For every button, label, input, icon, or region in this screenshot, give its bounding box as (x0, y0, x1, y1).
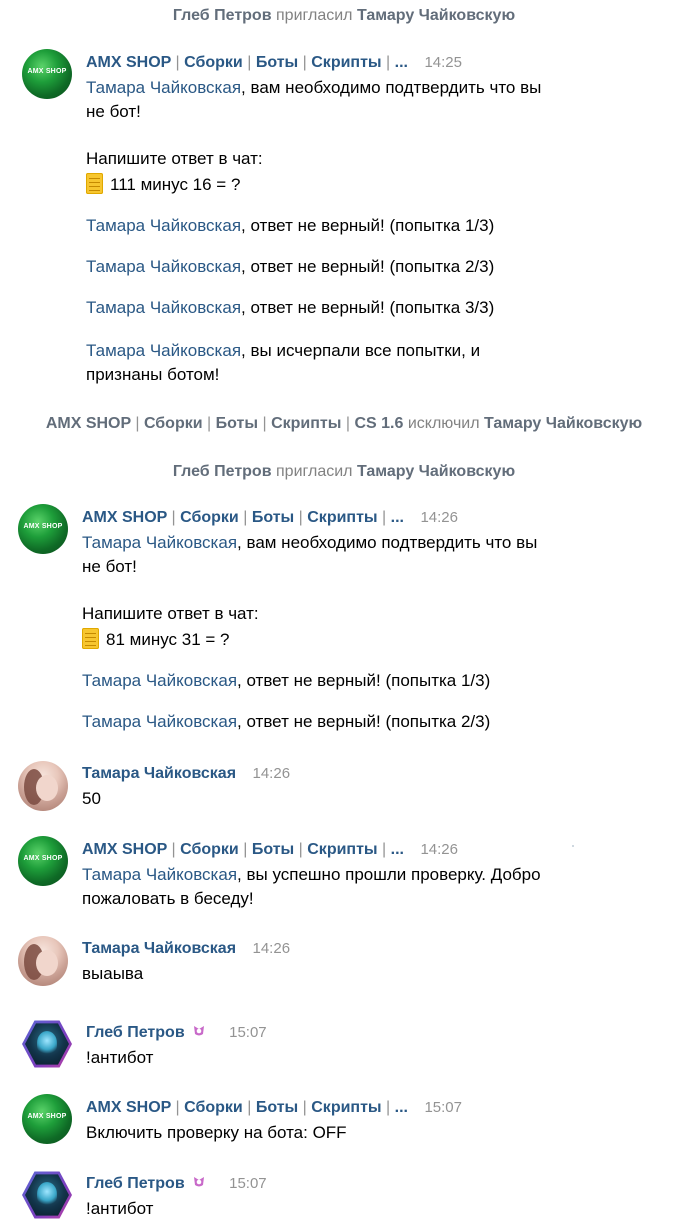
message-header: Тамара Чайковская 14:26 (82, 940, 290, 958)
message-time[interactable]: 14:25 (424, 54, 462, 71)
message-line: Тамара Чайковская, ответ не верный! (поп… (82, 671, 491, 690)
message-line: Тамара Чайковская, ответ не верный! (поп… (86, 216, 495, 235)
message-line: Тамара Чайковская, вам необходимо подтве… (86, 78, 542, 97)
sender-name[interactable]: AMX SHOP | Сборки | Боты | Скрипты | ... (82, 841, 404, 858)
message-text: 50 (82, 789, 101, 808)
system-verb: исключил (407, 415, 480, 432)
avatar[interactable]: AMX SHOP (22, 49, 72, 99)
message-line: Тамара Чайковская, ответ не верный! (поп… (86, 257, 495, 276)
message-time[interactable]: 14:26 (420, 509, 458, 526)
message-text: !антибот (86, 1048, 154, 1067)
message-time[interactable]: 14:26 (253, 765, 291, 782)
decorative-dot (572, 845, 574, 847)
notepad-icon (82, 628, 99, 649)
avatar[interactable] (18, 936, 68, 986)
message-line: 81 минус 31 = ? (82, 628, 229, 650)
avatar[interactable]: AMX SHOP (18, 504, 68, 554)
mention-link[interactable]: Тамара Чайковская (86, 298, 241, 317)
sender-name[interactable]: Тамара Чайковская (82, 765, 236, 782)
message-line: не бот! (86, 102, 141, 121)
mention-link[interactable]: Тамара Чайковская (86, 341, 241, 360)
message-time[interactable]: 15:07 (229, 1175, 267, 1192)
sender-name[interactable]: AMX SHOP | Сборки | Боты | Скрипты | ... (82, 509, 404, 526)
message-line: Тамара Чайковская, ответ не верный! (поп… (82, 712, 491, 731)
message-line: пожаловать в беседу! (82, 889, 254, 908)
message-line: Напишите ответ в чат: (82, 604, 259, 623)
mention-link[interactable]: Тамара Чайковская (82, 865, 237, 884)
message-line: Тамара Чайковская, вы успешно прошли про… (82, 865, 541, 884)
mention-link[interactable]: Тамара Чайковская (86, 216, 241, 235)
system-message: AMX SHOP | Сборки | Боты | Скрипты | CS … (0, 415, 688, 433)
sender-name[interactable]: Глеб Петров (86, 1175, 185, 1192)
system-target[interactable]: Тамару Чайковскую (357, 7, 515, 24)
message-header: AMX SHOP | Сборки | Боты | Скрипты | ...… (82, 841, 458, 859)
admin-badge-icon (193, 1177, 204, 1187)
avatar[interactable] (18, 761, 68, 811)
message-line: признаны ботом! (86, 365, 220, 384)
avatar-label: AMX SHOP (23, 855, 63, 862)
system-verb: пригласил (276, 463, 353, 480)
notepad-icon (86, 173, 103, 194)
message-header: Тамара Чайковская 14:26 (82, 765, 290, 783)
avatar[interactable] (22, 1170, 72, 1220)
avatar-label: AMX SHOP (27, 1113, 67, 1120)
avatar-label: AMX SHOP (27, 68, 67, 75)
message-header: AMX SHOP | Сборки | Боты | Скрипты | ...… (86, 54, 462, 72)
message-line: Тамара Чайковская, ответ не верный! (поп… (86, 298, 495, 317)
message-text: выаыва (82, 964, 144, 983)
avatar[interactable]: AMX SHOP (22, 1094, 72, 1144)
system-actor[interactable]: Глеб Петров (173, 7, 272, 24)
message-text: Включить проверку на бота: OFF (86, 1123, 347, 1142)
message-time[interactable]: 15:07 (229, 1024, 267, 1041)
message-time[interactable]: 15:07 (424, 1099, 462, 1116)
system-message: Глеб Петров пригласил Тамару Чайковскую (0, 7, 688, 25)
mention-link[interactable]: Тамара Чайковская (86, 257, 241, 276)
admin-badge-icon (193, 1026, 204, 1036)
message-line: 111 минус 16 = ? (86, 173, 240, 195)
sender-name[interactable]: AMX SHOP | Сборки | Боты | Скрипты | ... (86, 54, 408, 71)
avatar[interactable]: AMX SHOP (18, 836, 68, 886)
system-actor[interactable]: AMX SHOP | Сборки | Боты | Скрипты | CS … (46, 415, 404, 432)
system-actor[interactable]: Глеб Петров (173, 463, 272, 480)
mention-link[interactable]: Тамара Чайковская (82, 533, 237, 552)
avatar[interactable] (22, 1019, 72, 1069)
message-time[interactable]: 14:26 (420, 841, 458, 858)
message-header: AMX SHOP | Сборки | Боты | Скрипты | ...… (82, 509, 458, 527)
mention-link[interactable]: Тамара Чайковская (82, 712, 237, 731)
message-line: не бот! (82, 557, 137, 576)
sender-name[interactable]: Тамара Чайковская (82, 940, 236, 957)
message-header: Глеб Петров 15:07 (86, 1175, 267, 1193)
sender-name[interactable]: AMX SHOP | Сборки | Боты | Скрипты | ... (86, 1099, 408, 1116)
message-line: Тамара Чайковская, вы исчерпали все попы… (86, 341, 481, 360)
system-message: Глеб Петров пригласил Тамару Чайковскую (0, 463, 688, 481)
message-line: Тамара Чайковская, вам необходимо подтве… (82, 533, 538, 552)
avatar-label: AMX SHOP (23, 523, 63, 530)
message-text: !антибот (86, 1199, 154, 1218)
system-target[interactable]: Тамару Чайковскую (484, 415, 642, 432)
system-verb: пригласил (276, 7, 353, 24)
sender-name[interactable]: Глеб Петров (86, 1024, 185, 1041)
message-header: Глеб Петров 15:07 (86, 1024, 267, 1042)
system-target[interactable]: Тамару Чайковскую (357, 463, 515, 480)
message-time[interactable]: 14:26 (253, 940, 291, 957)
message-header: AMX SHOP | Сборки | Боты | Скрипты | ...… (86, 1099, 462, 1117)
mention-link[interactable]: Тамара Чайковская (82, 671, 237, 690)
mention-link[interactable]: Тамара Чайковская (86, 78, 241, 97)
message-line: Напишите ответ в чат: (86, 149, 263, 168)
